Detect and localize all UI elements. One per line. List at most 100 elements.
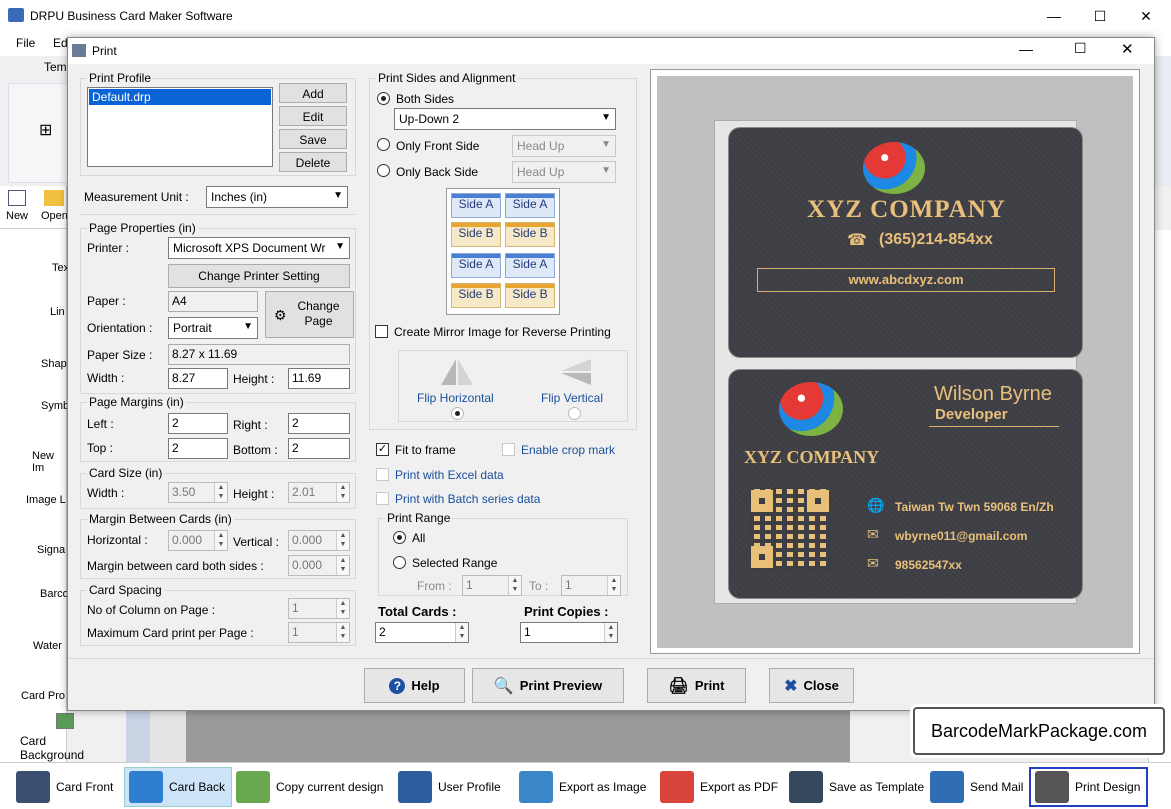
measurement-unit-select[interactable]: Inches (in) ▼ (206, 186, 348, 208)
spin-arrows-icon[interactable]: ▲ ▼ (455, 623, 468, 642)
print-copies-stepper[interactable]: 1 ▲ ▼ (520, 622, 618, 643)
batch-data-label[interactable]: Print with Batch series data (395, 492, 540, 506)
margin-bottom-field[interactable]: 2 (288, 438, 350, 459)
spin-arrows-icon[interactable]: ▲ ▼ (336, 599, 349, 618)
back-side-radio[interactable] (377, 164, 390, 177)
print-button[interactable]: 🖨 Print (647, 668, 746, 703)
mirror-image-label[interactable]: Create Mirror Image for Reverse Printing (394, 325, 611, 339)
new-icon[interactable] (8, 190, 26, 206)
range-from-stepper[interactable]: 1 ▲ ▼ (462, 575, 522, 596)
send-mail-button[interactable]: Send Mail (930, 767, 1023, 807)
page-width-field[interactable]: 8.27 (168, 368, 228, 389)
help-button[interactable]: ? Help (364, 668, 465, 703)
change-page-button[interactable]: ⚙ Change Page (265, 291, 354, 338)
menu-file[interactable]: File (16, 36, 35, 50)
mirror-image-checkbox[interactable] (375, 325, 388, 338)
profile-item[interactable]: Default.drp (89, 89, 271, 105)
spin-arrows-icon[interactable]: ▲ ▼ (214, 483, 227, 502)
flip-vertical-icon[interactable] (557, 357, 593, 387)
edit-profile-button[interactable]: Edit (279, 106, 347, 126)
fit-to-frame-label[interactable]: Fit to frame (395, 443, 456, 457)
range-to-stepper[interactable]: 1 ▲ ▼ (561, 575, 621, 596)
tool-image-library[interactable]: Image L (26, 494, 66, 506)
front-side-select[interactable]: Head Up ▼ (512, 135, 616, 157)
range-all-label[interactable]: All (412, 531, 425, 545)
menu-edit[interactable]: Ed (53, 36, 68, 50)
print-design-button[interactable]: Print Design (1029, 767, 1149, 807)
spin-arrows-icon[interactable]: ▲ ▼ (604, 623, 617, 642)
front-side-label[interactable]: Only Front Side (396, 139, 479, 153)
total-cards-stepper[interactable]: 2 ▲ ▼ (375, 622, 469, 643)
tool-shapes[interactable]: Shap (41, 358, 67, 370)
excel-data-checkbox[interactable] (376, 468, 389, 481)
tool-watermark[interactable]: Water (33, 640, 62, 652)
range-selected-label[interactable]: Selected Range (412, 556, 497, 570)
max-cards-stepper[interactable]: 1 ▲ ▼ (288, 622, 350, 643)
flip-vertical-radio[interactable] (568, 407, 581, 420)
close-window-button[interactable]: ✕ (1123, 0, 1169, 32)
open-icon[interactable] (44, 190, 64, 206)
flip-horizontal-label[interactable]: Flip Horizontal (417, 391, 494, 405)
delete-profile-button[interactable]: Delete (279, 152, 347, 172)
front-side-radio[interactable] (377, 138, 390, 151)
back-side-label[interactable]: Only Back Side (396, 165, 478, 179)
tool-signature[interactable]: Signa (37, 544, 65, 556)
grid-icon[interactable]: ⊞ (39, 120, 52, 140)
page-height-field[interactable]: 11.69 (288, 368, 350, 389)
spin-arrows-icon[interactable]: ▲ ▼ (336, 483, 349, 502)
new-label[interactable]: New (6, 210, 28, 222)
flip-horizontal-icon[interactable] (439, 357, 475, 387)
margin-top-field[interactable]: 2 (168, 438, 228, 459)
orientation-select[interactable]: Portrait ▼ (168, 317, 258, 339)
change-printer-button[interactable]: Change Printer Setting (168, 264, 350, 288)
margin-right-field[interactable]: 2 (288, 413, 350, 434)
card-front-button[interactable]: Card Front (16, 767, 113, 807)
flip-vertical-label[interactable]: Flip Vertical (541, 391, 603, 405)
tool-barcode[interactable]: Barco (40, 588, 69, 600)
margin-left-field[interactable]: 2 (168, 413, 228, 434)
minimize-button[interactable]: — (1031, 0, 1077, 32)
dialog-maximize-button[interactable]: ☐ (1074, 40, 1087, 57)
dialog-close-button[interactable]: ✕ (1121, 40, 1134, 58)
paper-size-field[interactable]: 8.27 x 11.69 (168, 344, 350, 365)
both-sides-select[interactable]: Up-Down 2 ▼ (394, 108, 616, 130)
menu-templates[interactable]: Tem (44, 60, 67, 74)
add-profile-button[interactable]: Add (279, 83, 347, 103)
tool-symbols[interactable]: Symb (41, 400, 69, 412)
fit-to-frame-checkbox[interactable]: ✓ (376, 443, 389, 456)
horizontal-stepper[interactable]: 0.000 ▲ ▼ (168, 530, 228, 551)
range-all-radio[interactable] (393, 531, 406, 544)
maximize-button[interactable]: ☐ (1077, 0, 1123, 32)
spin-arrows-icon[interactable]: ▲ ▼ (214, 531, 227, 550)
back-side-select[interactable]: Head Up ▼ (512, 161, 616, 183)
spin-arrows-icon[interactable]: ▲ ▼ (336, 531, 349, 550)
user-profile-button[interactable]: User Profile (398, 767, 501, 807)
save-template-button[interactable]: Save as Template (789, 767, 924, 807)
spin-arrows-icon[interactable]: ▲ ▼ (336, 623, 349, 642)
tool-line[interactable]: Lin (50, 306, 65, 318)
spin-arrows-icon[interactable]: ▲ ▼ (336, 556, 349, 575)
close-button[interactable]: ✖ Close (769, 668, 854, 703)
flip-horizontal-radio[interactable] (451, 407, 464, 420)
both-sides-radio[interactable] (377, 92, 390, 105)
excel-data-label[interactable]: Print with Excel data (395, 468, 504, 482)
spin-arrows-icon[interactable]: ▲ ▼ (508, 576, 521, 595)
open-label[interactable]: Open (41, 210, 68, 222)
vertical-stepper[interactable]: 0.000 ▲ ▼ (288, 530, 350, 551)
tool-new-image[interactable]: New Im (32, 450, 66, 474)
crop-mark-label[interactable]: Enable crop mark (521, 443, 615, 457)
spin-arrows-icon[interactable]: ▲ ▼ (607, 576, 620, 595)
print-preview-button[interactable]: 🔍 Print Preview (472, 668, 624, 703)
range-selected-radio[interactable] (393, 556, 406, 569)
save-profile-button[interactable]: Save (279, 129, 347, 149)
copy-design-button[interactable]: Copy current design (236, 767, 383, 807)
card-width-stepper[interactable]: 3.50 ▲ ▼ (168, 482, 228, 503)
crop-mark-checkbox[interactable] (502, 443, 515, 456)
export-image-button[interactable]: Export as Image (519, 767, 646, 807)
printer-select[interactable]: Microsoft XPS Document Wr ▼ (168, 237, 350, 259)
dialog-minimize-button[interactable]: — (1019, 41, 1033, 57)
export-pdf-button[interactable]: Export as PDF (660, 767, 778, 807)
tool-card-background[interactable]: Card Background (20, 734, 84, 762)
both-sides-label[interactable]: Both Sides (396, 92, 454, 106)
both-sides-margin-stepper[interactable]: 0.000 ▲ ▼ (288, 555, 350, 576)
